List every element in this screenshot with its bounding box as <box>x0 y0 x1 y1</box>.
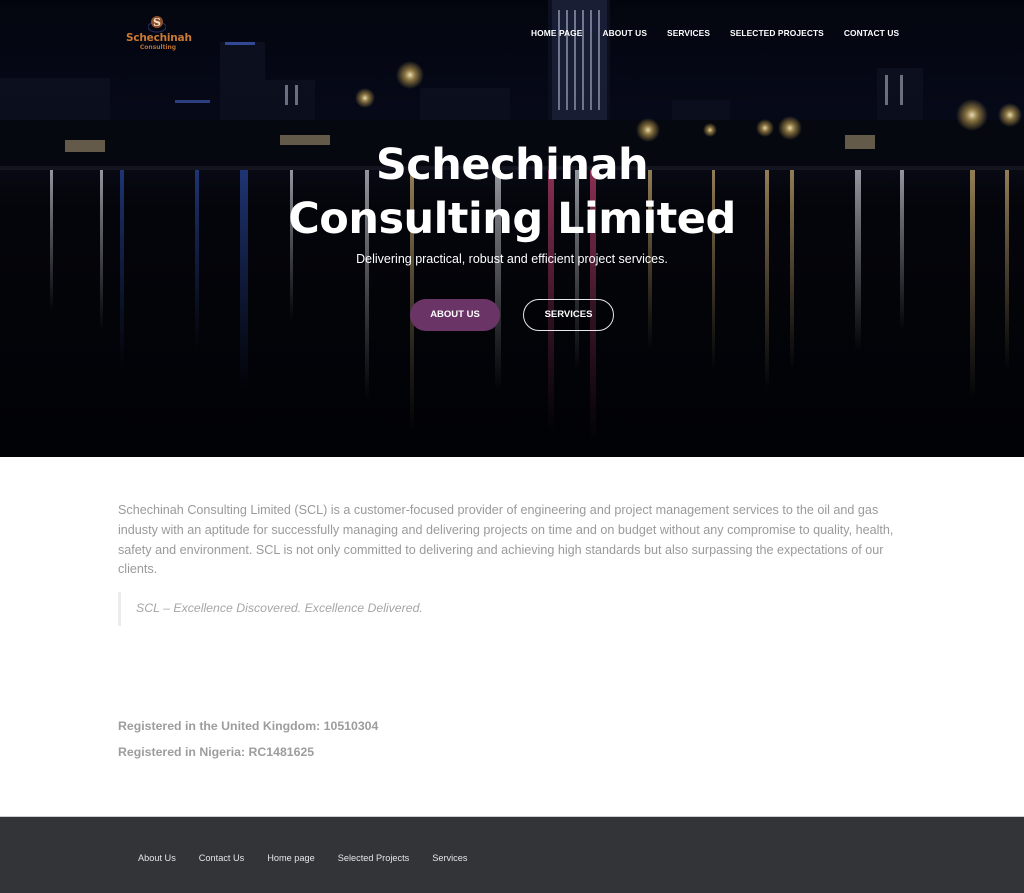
logo-name: Schechinah <box>126 32 192 44</box>
tagline-quote: SCL – Excellence Discovered. Excellence … <box>118 592 448 626</box>
hero-title-line1: Schechinah <box>375 140 649 190</box>
footer-link-services[interactable]: Services <box>432 853 467 863</box>
hero-title: Schechinah Consulting Limited <box>0 138 1024 246</box>
footer-link-contact-us[interactable]: Contact Us <box>199 853 244 863</box>
hero-title-line2: Consulting Limited <box>288 194 736 244</box>
registration-nigeria: Registered in Nigeria: RC1481625 <box>118 745 315 759</box>
nav-services[interactable]: SERVICES <box>667 28 710 38</box>
svg-text:S: S <box>153 16 161 29</box>
footer-link-about-us[interactable]: About Us <box>138 853 176 863</box>
registration-uk: Registered in the United Kingdom: 105103… <box>118 719 379 733</box>
hero-section: S Schechinah Consulting HOME PAGE ABOUT … <box>0 0 1024 457</box>
nav-contact-us[interactable]: CONTACT US <box>844 28 899 38</box>
hero-subtitle: Delivering practical, robust and efficie… <box>356 252 668 266</box>
nav-selected-projects[interactable]: SELECTED PROJECTS <box>730 28 824 38</box>
main-nav: HOME PAGE ABOUT US SERVICES SELECTED PRO… <box>531 28 919 38</box>
nav-home-page[interactable]: HOME PAGE <box>531 28 582 38</box>
footer-nav: About Us Contact Us Home page Selected P… <box>138 853 490 863</box>
footer-link-home-page[interactable]: Home page <box>267 853 315 863</box>
nav-about-us[interactable]: ABOUT US <box>602 28 647 38</box>
logo[interactable]: S Schechinah Consulting <box>126 14 192 54</box>
footer: About Us Contact Us Home page Selected P… <box>0 816 1024 893</box>
logo-subtitle: Consulting <box>139 44 177 51</box>
intro-paragraph: Schechinah Consulting Limited (SCL) is a… <box>118 503 894 577</box>
about-us-button[interactable]: ABOUT US <box>410 299 500 331</box>
footer-link-selected-projects[interactable]: Selected Projects <box>338 853 410 863</box>
logo-s-icon: S <box>148 16 166 33</box>
services-button[interactable]: SERVICES <box>523 299 614 331</box>
